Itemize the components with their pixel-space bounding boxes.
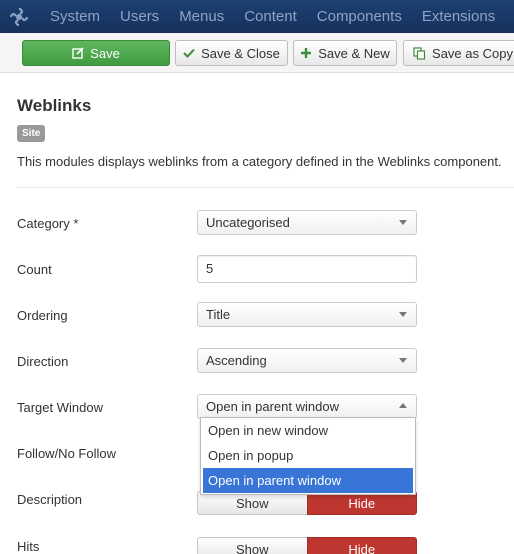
menu-extensions[interactable]: Extensions xyxy=(412,0,505,33)
save-close-label: Save & Close xyxy=(201,45,280,61)
menu-users[interactable]: Users xyxy=(110,0,169,33)
toolbar: Save Save & Close Save & New Save as Cop… xyxy=(0,33,514,73)
copy-icon xyxy=(413,46,426,60)
description-label: Description xyxy=(17,492,83,507)
save-button[interactable]: Save xyxy=(22,40,170,66)
page-title: Weblinks xyxy=(17,96,92,115)
check-icon xyxy=(183,47,195,59)
hits-hide-button[interactable]: Hide xyxy=(306,537,417,554)
dropdown-option-new-window[interactable]: Open in new window xyxy=(201,418,415,443)
joomla-logo-icon[interactable] xyxy=(0,0,38,33)
ordering-select[interactable]: Title xyxy=(197,302,417,327)
direction-label: Direction xyxy=(17,354,69,369)
ordering-label: Ordering xyxy=(17,308,68,323)
save-new-button[interactable]: Save & New xyxy=(293,40,397,66)
site-badge: Site xyxy=(17,125,46,142)
menu-components[interactable]: Components xyxy=(307,0,412,33)
direction-value: Ascending xyxy=(206,353,267,368)
target-window-select[interactable]: Open in parent window xyxy=(197,394,417,419)
top-navbar: System Users Menus Content Components Ex… xyxy=(0,0,514,33)
dropdown-option-popup[interactable]: Open in popup xyxy=(201,443,415,468)
save-label: Save xyxy=(90,45,120,61)
target-window-value: Open in parent window xyxy=(206,399,339,414)
plus-icon xyxy=(300,47,312,59)
save-new-label: Save & New xyxy=(318,45,390,61)
dropdown-option-parent-window[interactable]: Open in parent window xyxy=(203,468,413,493)
save-copy-button[interactable]: Save as Copy xyxy=(403,40,514,66)
category-label: Category * xyxy=(17,216,79,231)
module-description: This modules displays weblinks from a ca… xyxy=(17,154,502,169)
chevron-down-icon xyxy=(399,220,407,225)
ordering-value: Title xyxy=(206,307,231,322)
follow-label: Follow/No Follow xyxy=(17,446,116,461)
chevron-down-icon xyxy=(399,358,407,363)
hits-toggle: Show Hide xyxy=(197,537,417,554)
save-close-button[interactable]: Save & Close xyxy=(175,40,288,66)
chevron-down-icon xyxy=(399,312,407,317)
hits-label: Hits xyxy=(17,539,40,554)
menu-menus[interactable]: Menus xyxy=(169,0,234,33)
count-label: Count xyxy=(17,262,52,277)
category-select[interactable]: Uncategorised xyxy=(197,210,417,235)
chevron-up-icon xyxy=(399,403,407,408)
edit-icon xyxy=(72,47,84,59)
category-value: Uncategorised xyxy=(206,215,290,230)
target-window-dropdown: Open in new window Open in popup Open in… xyxy=(200,417,416,495)
menu-content[interactable]: Content xyxy=(234,0,307,33)
hits-show-button[interactable]: Show xyxy=(197,537,307,554)
count-input[interactable]: 5 xyxy=(197,255,417,283)
menu-system[interactable]: System xyxy=(38,0,110,33)
save-copy-label: Save as Copy xyxy=(432,45,513,61)
divider xyxy=(17,187,514,188)
target-window-label: Target Window xyxy=(17,400,103,415)
direction-select[interactable]: Ascending xyxy=(197,348,417,373)
